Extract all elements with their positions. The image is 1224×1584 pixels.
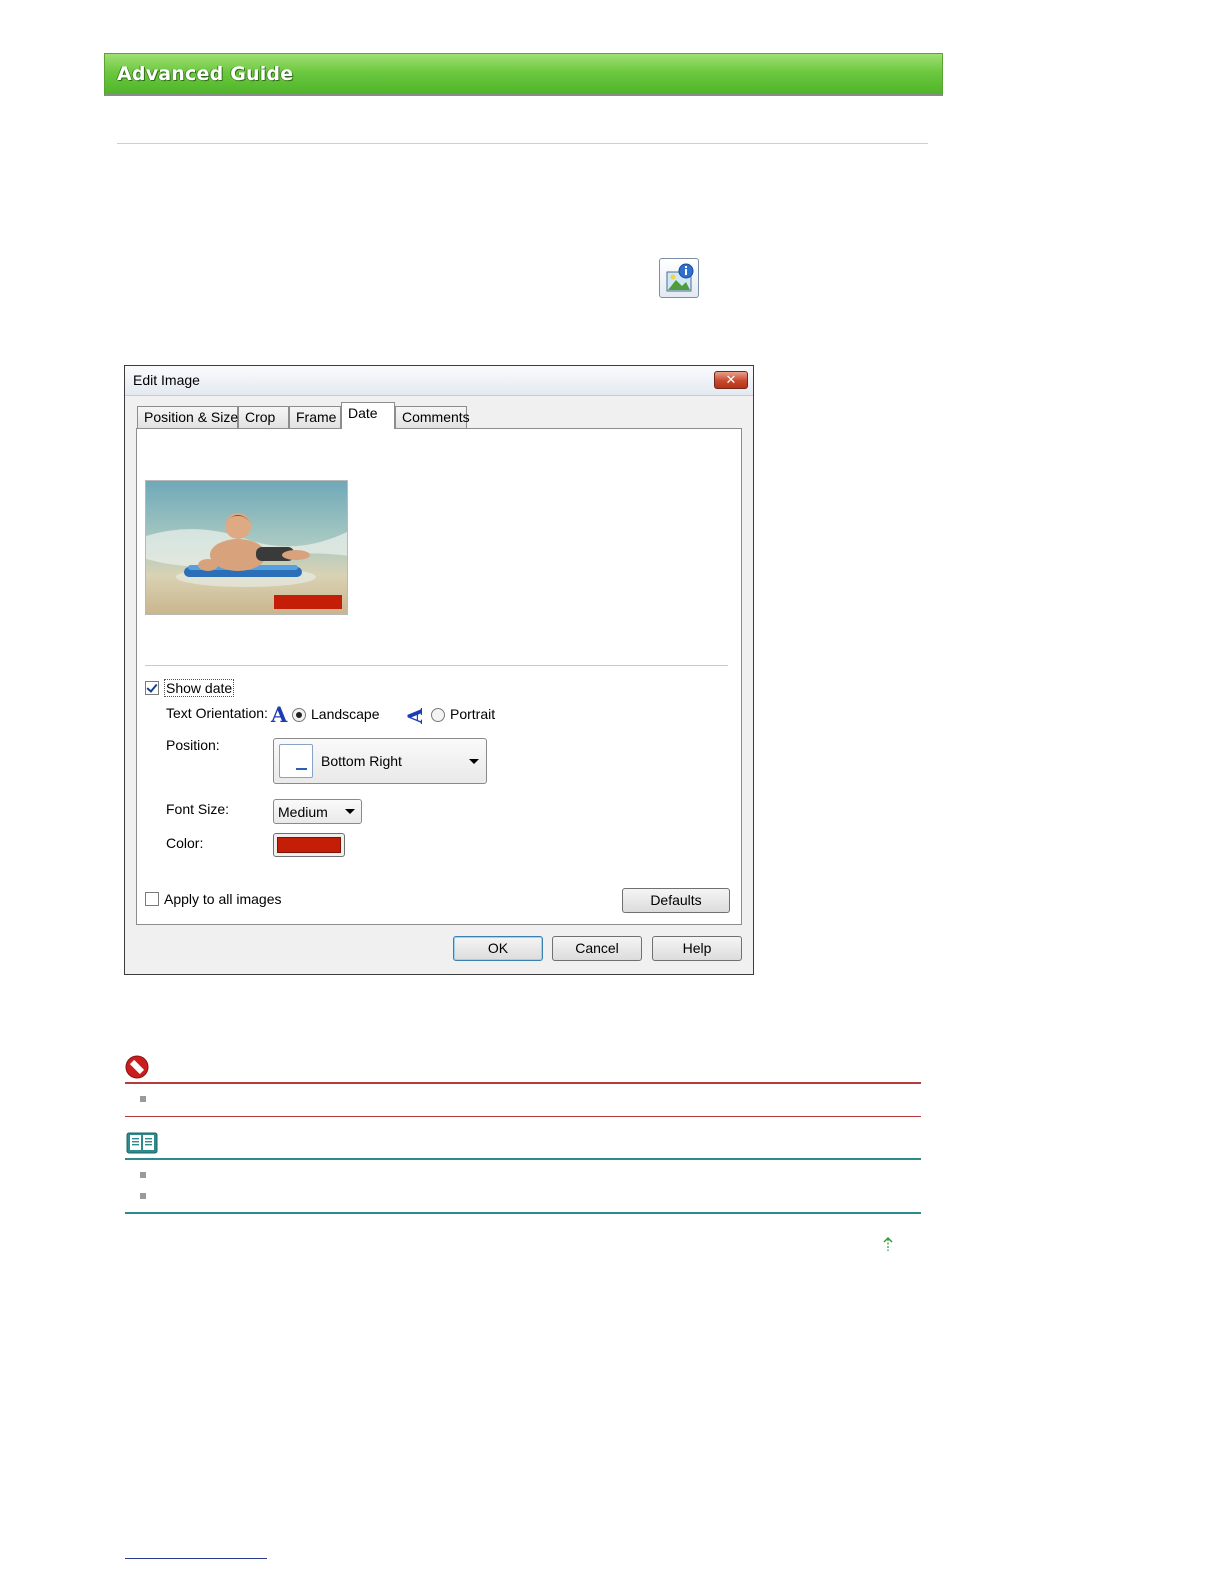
portrait-a-icon: A (402, 708, 427, 724)
note-book-icon (125, 1130, 159, 1156)
tab-position-size[interactable]: Position & Size (137, 406, 238, 428)
image-info-icon[interactable] (659, 258, 699, 298)
tab-date[interactable]: Date (341, 402, 395, 429)
note-bottom-rule (125, 1212, 921, 1214)
header-banner: Advanced Guide (104, 53, 943, 96)
font-size-value: Medium (278, 804, 328, 820)
close-button[interactable]: ✕ (714, 371, 748, 389)
show-date-label: Show date (164, 679, 235, 697)
help-button[interactable]: Help (652, 936, 742, 961)
tab-comments[interactable]: Comments (395, 406, 470, 428)
portrait-label: Portrait (450, 706, 496, 722)
position-value: Bottom Right (321, 753, 402, 769)
list-bullet (140, 1193, 146, 1199)
text-orientation-label: Text Orientation: (166, 705, 268, 721)
separator (145, 665, 728, 667)
chevron-down-icon (345, 809, 355, 814)
important-top-rule (125, 1082, 921, 1084)
important-icon (125, 1055, 149, 1079)
color-swatch (277, 837, 341, 853)
page-title: Advanced Guide (117, 63, 294, 85)
apply-all-checkbox[interactable] (145, 892, 159, 906)
landscape-label: Landscape (311, 706, 380, 722)
apply-all-label: Apply to all images (164, 891, 282, 907)
list-bullet (140, 1172, 146, 1178)
close-icon: ✕ (725, 372, 737, 388)
position-dropdown[interactable]: Bottom Right (273, 738, 487, 784)
important-bottom-rule (125, 1116, 921, 1117)
cancel-button[interactable]: Cancel (552, 936, 642, 961)
landscape-radio[interactable] (292, 708, 306, 722)
edit-image-dialog: Edit Image ✕ Position & Size Crop Frame … (124, 365, 754, 975)
page-top-arrow-icon[interactable] (882, 1236, 894, 1252)
divider (117, 143, 928, 144)
ok-button[interactable]: OK (453, 936, 543, 961)
show-date-checkbox[interactable] (145, 681, 159, 695)
defaults-button[interactable]: Defaults (622, 888, 730, 913)
list-bullet (140, 1096, 146, 1102)
chevron-down-icon (469, 759, 479, 764)
dialog-title: Edit Image (133, 372, 200, 388)
tab-frame[interactable]: Frame (289, 406, 341, 428)
date-tab-panel: Show date Text Orientation: A Landscape … (136, 428, 742, 925)
color-picker-button[interactable] (273, 833, 345, 857)
bottom-right-position-icon (279, 744, 313, 778)
font-size-dropdown[interactable]: Medium (273, 799, 362, 824)
note-top-rule (125, 1158, 921, 1160)
position-label: Position: (166, 737, 220, 753)
color-label: Color: (166, 835, 204, 851)
font-size-label: Font Size: (166, 801, 230, 817)
portrait-radio[interactable] (431, 708, 445, 722)
footer-link-underline[interactable] (125, 1558, 267, 1559)
landscape-a-icon: A (271, 702, 288, 727)
image-preview (145, 480, 348, 615)
tab-crop[interactable]: Crop (238, 406, 289, 428)
dialog-titlebar: Edit Image ✕ (125, 366, 753, 396)
